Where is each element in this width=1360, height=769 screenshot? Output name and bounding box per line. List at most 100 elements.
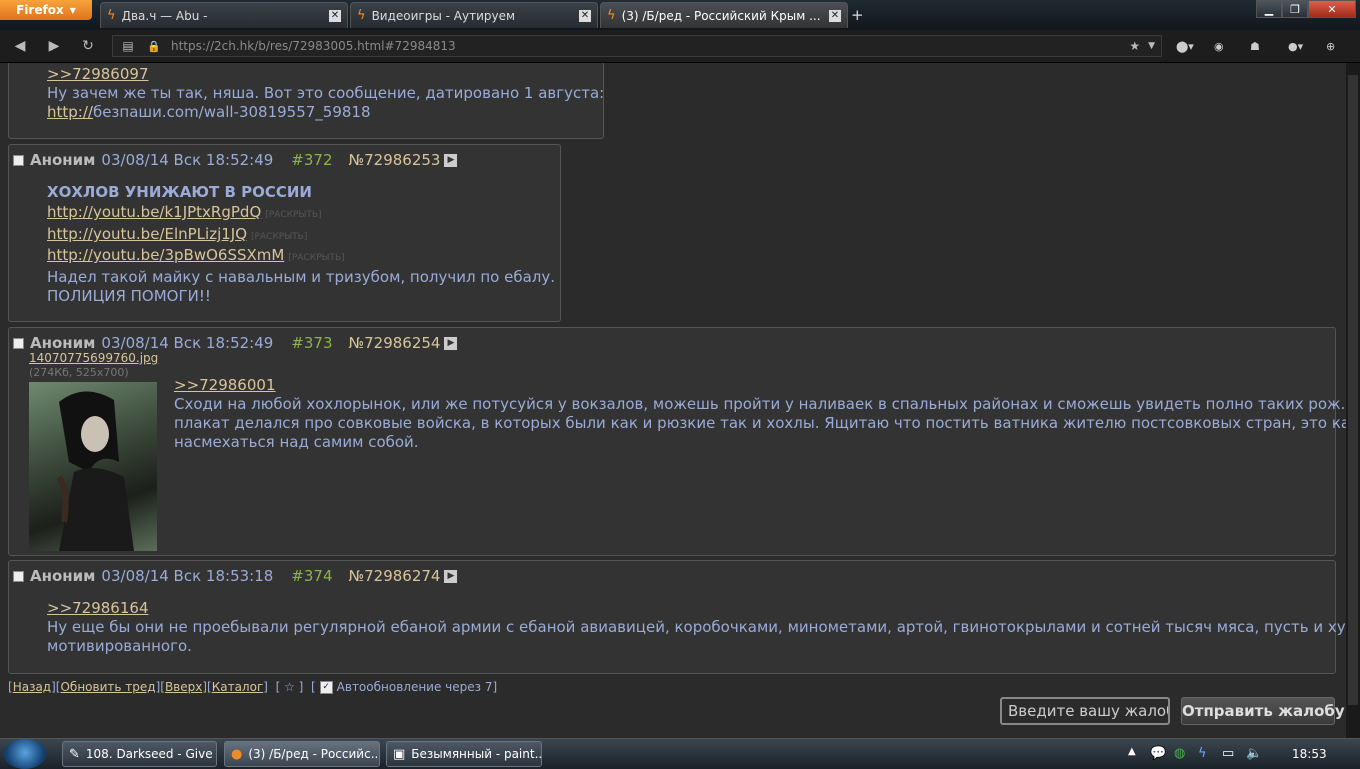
post-link[interactable]: http:// [47,103,93,121]
extension-icon[interactable]: ●▾ [1288,37,1303,55]
close-window-icon[interactable]: ✕ [1308,0,1356,18]
utorrent-icon[interactable]: ◍ [1174,746,1185,761]
autoupdate-checkbox[interactable]: ✓ [319,680,333,694]
favorite-star-icon[interactable]: ☆ [284,680,295,694]
thread-bottom-nav: [Назад][Обновить тред][Вверх][Каталог] [… [8,680,498,694]
scrollbar-thumb[interactable] [1348,75,1358,705]
submit-complaint-button[interactable]: Отправить жалобу [1181,697,1345,725]
post-date: 03/08/14 Вск 18:52:49 [101,151,274,169]
back-link[interactable]: Назад [13,680,51,694]
start-button[interactable] [4,739,46,769]
tab-title: Видеоигры - Аутируем [371,8,516,23]
post-number: #372 [291,151,333,169]
network-icon[interactable]: ▭ [1222,746,1234,761]
minimize-icon[interactable]: ▁ [1256,0,1282,18]
taskbar: ✎ 108. Darkseed - Give ... ● (3) /Б/ред … [0,738,1360,769]
complaint-input[interactable]: Введите вашу жалобу [1000,697,1170,725]
post-id[interactable]: №72986274 [349,567,441,585]
firefox-menu-label: Firefox [16,3,64,17]
post-text: ПОЛИЦИЯ ПОМОГИ!! [47,287,211,305]
task-label: Безымянный - paint... [411,747,542,761]
task-paint[interactable]: ▣ Безымянный - paint... [386,741,542,767]
expand-link[interactable]: [РАСКРЫТЬ] [251,232,307,242]
eye-icon[interactable]: ◉ [1214,37,1224,55]
thread-content: >>72986097 Ну зачем же ты так, няша. Вот… [0,63,1346,738]
title-bar: Firefox ▼ ϟ Два.ч — Abu - ✕ ϟ Видеоигры … [0,0,1360,30]
tab-bred[interactable]: ϟ (3) /Б/ред - Российский Крым ... ✕ [600,2,848,28]
scrollbar[interactable] [1346,63,1360,738]
image-figure [56,391,134,551]
close-tab-icon[interactable]: ✕ [579,9,591,22]
tab-dvach[interactable]: ϟ Два.ч — Abu - ✕ [100,2,348,28]
reply-link[interactable]: >>72986164 [47,599,148,617]
lightning-icon[interactable]: ϟ [1198,746,1207,761]
task-darkseed[interactable]: ✎ 108. Darkseed - Give ... [62,741,217,767]
clock[interactable]: 18:53 [1292,747,1327,761]
post-checkbox[interactable] [13,337,24,349]
url-text: https://2ch.hk/b/res/72983005.html#72984… [171,39,456,53]
paint-icon: ▣ [393,746,406,762]
play-icon[interactable]: ▶ [444,153,458,167]
task-label: 108. Darkseed - Give ... [85,747,217,761]
up-link[interactable]: Вверх [165,680,202,694]
poster-name: Аноним [30,151,96,169]
post-checkbox[interactable] [13,154,24,166]
chat-icon[interactable]: 💬 [1150,746,1166,761]
post: Аноним 03/08/14 Вск 18:53:18 #374 №72986… [8,560,1346,674]
post-text: Сходи на любой хохлорынок, или же потусу… [174,395,1346,413]
new-tab-icon[interactable]: + [851,6,864,24]
firefox-menu-button[interactable]: Firefox ▼ [0,0,92,20]
tab-title: (3) /Б/ред - Российский Крым ... [621,8,821,23]
expand-link[interactable]: [РАСКРЫТЬ] [265,210,321,220]
adblock-icon[interactable]: ⬤▾ [1176,37,1194,55]
play-icon[interactable]: ▶ [444,336,458,350]
catalog-link[interactable]: Каталог [212,680,264,694]
post: >>72986097 Ну зачем же ты так, няша. Вот… [8,63,604,139]
youtube-link[interactable]: http://youtu.be/k1JPtxRgPdQ [47,203,261,221]
autoupdate-label: Автообновление через 7] [336,680,498,694]
post-id[interactable]: №72986254 [349,334,441,352]
clipboard-icon[interactable]: ▤ [116,35,140,57]
post-id[interactable]: №72986253 [349,151,441,169]
post-text: мотивированного. [47,637,192,655]
reply-link[interactable]: >>72986001 [174,376,275,394]
post-text: Ну еще бы они не проебывали регулярной е… [47,618,1346,636]
navigation-bar: ◀ ▶ ↻ 🔒 https://2ch.hk/b/res/72983005.ht… [0,30,1360,63]
post-number: #374 [291,567,333,585]
maximize-icon[interactable]: ❐ [1282,0,1308,18]
task-firefox[interactable]: ● (3) /Б/ред - Российс... [224,741,380,767]
tab-videogames[interactable]: ϟ Видеоигры - Аутируем ✕ [350,2,598,28]
file-info: (274Кб, 525x700) [29,366,129,379]
youtube-link[interactable]: http://youtu.be/3pBwO6SSXmM [47,246,284,264]
volume-icon[interactable]: 🔈 [1246,746,1262,761]
expand-link[interactable]: [РАСКРЫТЬ] [288,253,344,263]
bookmark-star-icon[interactable]: ★ [1129,39,1140,53]
file-link[interactable]: 14070775699760.jpg [29,351,158,365]
chevron-down-icon[interactable]: ▼ [1148,41,1155,51]
post-headline: ХОХЛОВ УНИЖАЮТ В РОССИИ [47,183,312,201]
youtube-link[interactable]: http://youtu.be/ElnPLizj1JQ [47,225,247,243]
play-icon[interactable]: ▶ [444,569,458,583]
forward-icon[interactable]: ▶ [42,35,66,57]
download-icon[interactable]: ⊕ [1326,37,1335,55]
back-icon[interactable]: ◀ [8,35,32,57]
post: Аноним 03/08/14 Вск 18:52:49 #372 №72986… [8,144,561,322]
ghost-icon[interactable]: ☗ [1250,37,1260,55]
reload-icon[interactable]: ↻ [76,35,100,57]
post-text: плакат делался про совковые войска, в ко… [174,414,1346,432]
refresh-thread-link[interactable]: Обновить тред [60,680,155,694]
tray-arrow-icon[interactable]: ▲ [1128,746,1136,757]
close-tab-icon[interactable]: ✕ [329,9,341,22]
reply-link[interactable]: >>72986097 [47,65,148,83]
post-link-text: безпаши.com/wall-30819557_59818 [92,103,371,121]
post-text: Ну зачем же ты так, няша. Вот это сообще… [47,84,605,102]
favicon-icon: ϟ [607,8,616,23]
post-number: #373 [291,334,333,352]
post-image[interactable] [29,382,157,551]
url-bar[interactable]: 🔒 https://2ch.hk/b/res/72983005.html#729… [112,35,1162,57]
post-text: Надел такой майку с навальным и тризубом… [47,268,556,286]
post-checkbox[interactable] [13,570,24,582]
close-tab-icon[interactable]: ✕ [829,9,841,22]
favicon-icon: ϟ [107,8,116,23]
lock-icon: 🔒 [147,39,161,53]
